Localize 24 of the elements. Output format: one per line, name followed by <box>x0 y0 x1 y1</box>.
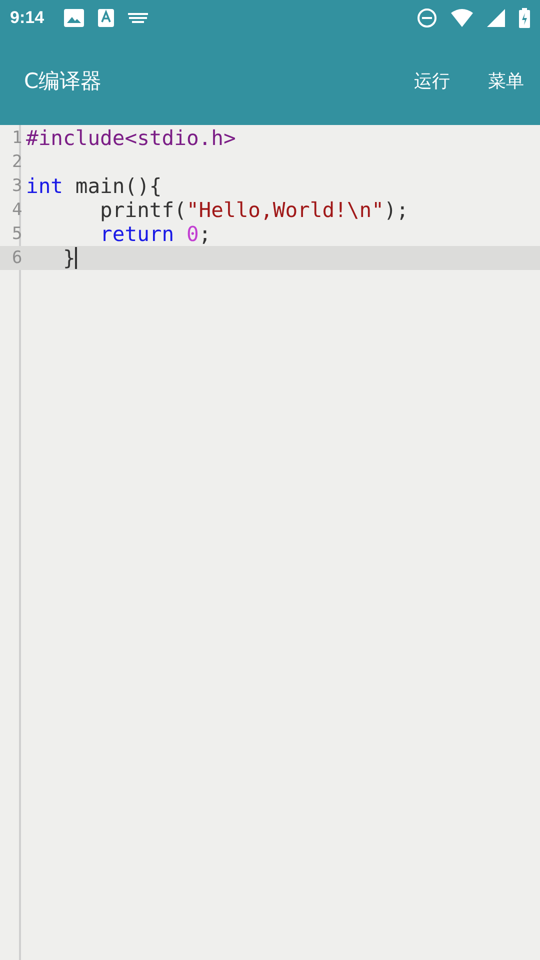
code-text: printf("Hello,World!\n"); <box>99 198 409 222</box>
line-number: 6 <box>11 248 24 268</box>
battery-icon <box>519 8 530 28</box>
keyboard-icon <box>128 12 148 24</box>
line-number: 5 <box>11 224 24 244</box>
line-number: 3 <box>11 176 24 196</box>
image-icon <box>64 9 84 27</box>
signal-icon <box>487 9 505 27</box>
code-editor[interactable]: 1 #include<stdio.h> 2 3 int main(){ 4 printf("Hello,World!\n"); 5 return 0; 6 } <box>0 125 540 960</box>
code-text: } <box>62 246 76 270</box>
line-number: 2 <box>11 152 24 172</box>
code-text: #include<stdio.h> <box>26 126 236 150</box>
do-not-disturb-icon <box>417 8 437 28</box>
clock: 9:14 <box>10 8 44 28</box>
app-title: C编译器 <box>24 68 103 94</box>
text-cursor <box>75 247 78 269</box>
code-text: return 0; <box>99 222 212 246</box>
action-button[interactable]: 运行 <box>414 62 450 98</box>
wifi-icon <box>451 9 473 27</box>
text-icon <box>98 9 114 27</box>
action-button[interactable]: 菜单 <box>488 62 524 98</box>
line-number: 4 <box>11 200 24 220</box>
code-text: int main(){ <box>26 174 162 198</box>
line-number: 1 <box>11 128 24 148</box>
